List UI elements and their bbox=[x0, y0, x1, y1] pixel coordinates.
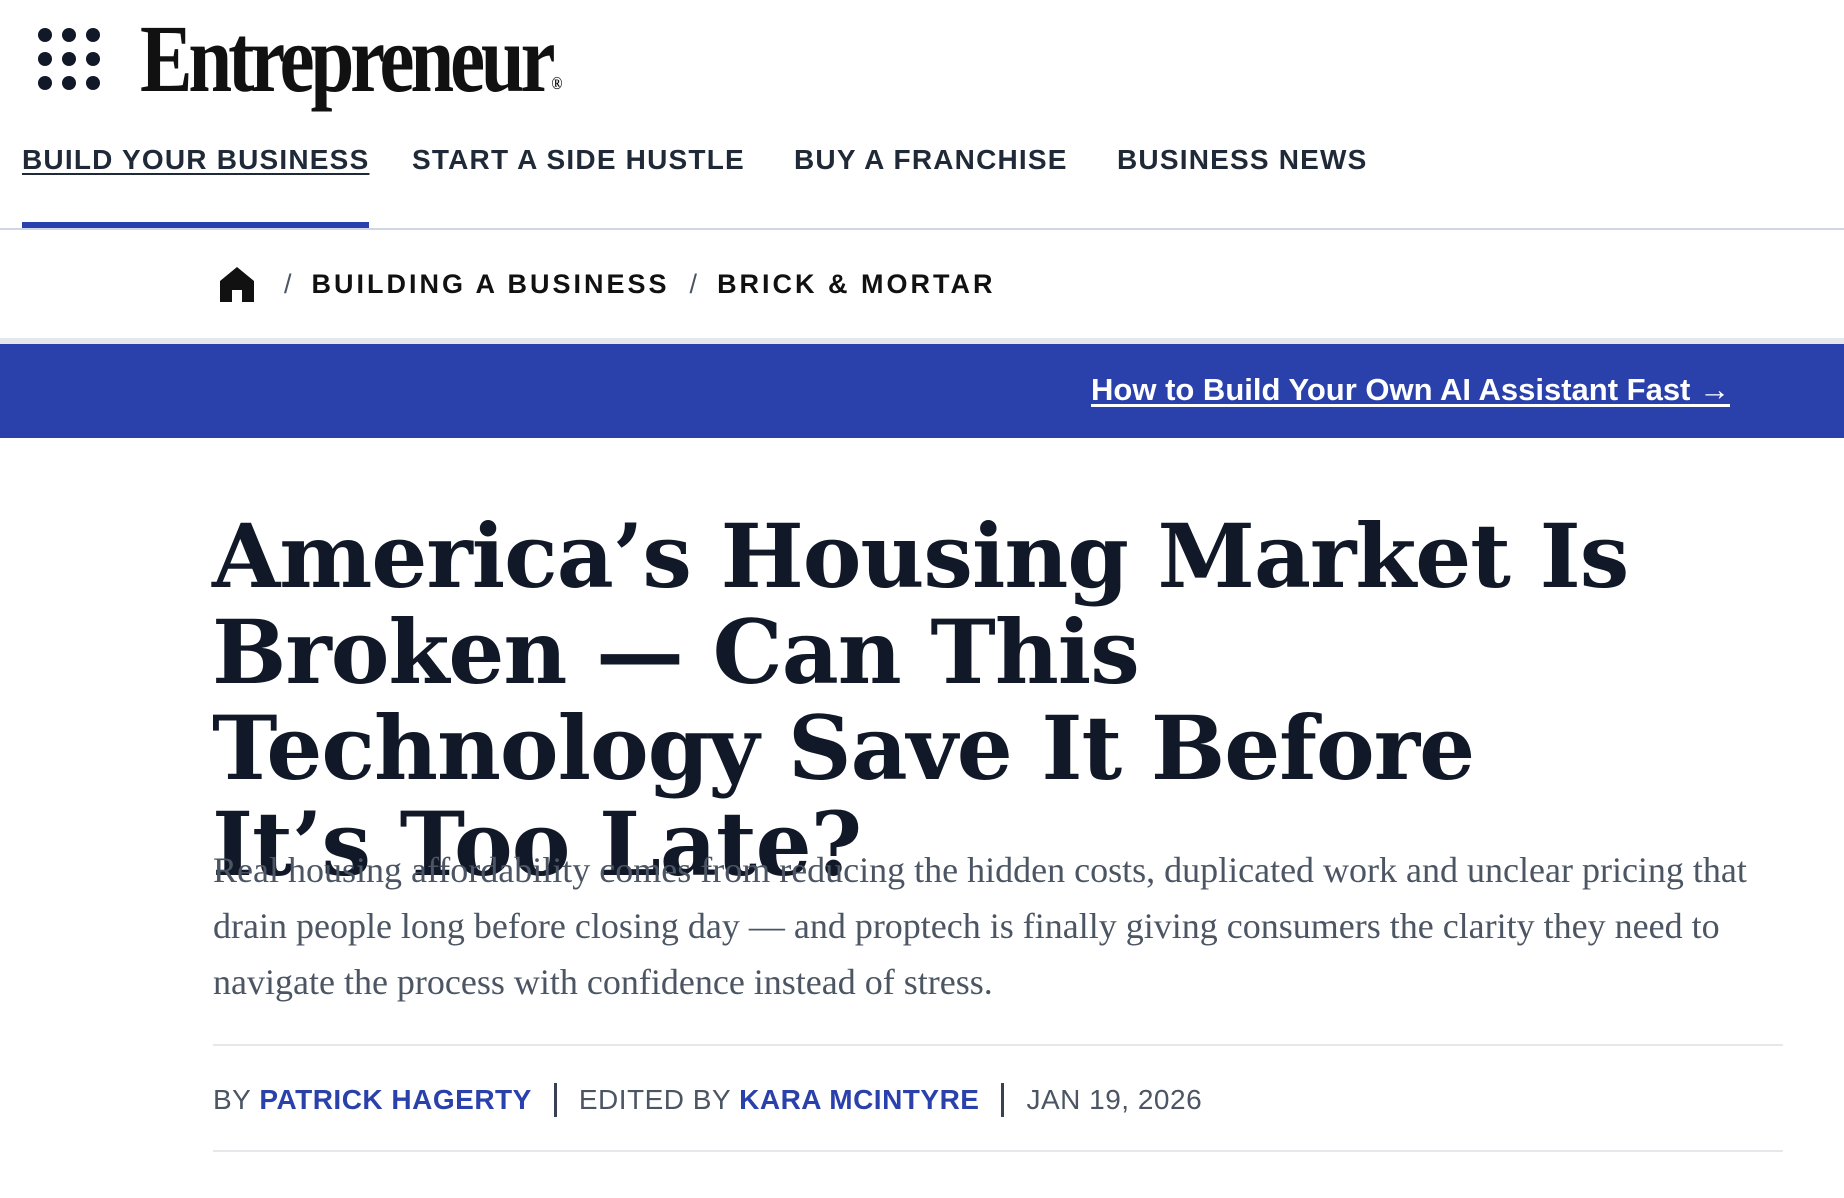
registered-mark: ® bbox=[551, 73, 563, 93]
nav-item-start-a-side-hustle[interactable]: START A SIDE HUSTLE bbox=[412, 140, 745, 226]
grid-menu-icon[interactable] bbox=[38, 28, 104, 94]
site-header: Entrepreneur® bbox=[0, 0, 1844, 120]
nav-item-build-your-business[interactable]: BUILD YOUR BUSINESS bbox=[22, 140, 370, 228]
promo-banner: How to Build Your Own AI Assistant Fast … bbox=[0, 344, 1844, 438]
article-deck: Real housing affordability comes from re… bbox=[213, 850, 1747, 1002]
byline-edited-label: EDITED BY bbox=[578, 1084, 732, 1115]
byline-divider-top bbox=[213, 1044, 1783, 1046]
byline-divider-bottom bbox=[213, 1150, 1783, 1152]
nav-item-business-news[interactable]: BUSINESS NEWS bbox=[1117, 140, 1368, 226]
main-nav: BUILD YOUR BUSINESS START A SIDE HUSTLE … bbox=[0, 140, 1844, 230]
byline-divider bbox=[553, 1083, 557, 1117]
article-headline: America’s Housing Market Is Broken — Can… bbox=[212, 504, 1629, 896]
home-icon[interactable] bbox=[218, 264, 256, 304]
byline-divider bbox=[1001, 1083, 1005, 1117]
breadcrumb-building-a-business[interactable]: BUILDING A BUSINESS bbox=[312, 269, 670, 300]
editor-link[interactable]: KARA MCINTYRE bbox=[739, 1084, 979, 1116]
breadcrumb-brick-and-mortar[interactable]: BRICK & MORTAR bbox=[717, 269, 995, 300]
breadcrumb-separator: / bbox=[689, 268, 698, 299]
nav-item-buy-a-franchise[interactable]: BUY A FRANCHISE bbox=[794, 140, 1068, 226]
brand-name: Entrepreneur bbox=[140, 5, 556, 112]
promo-link[interactable]: How to Build Your Own AI Assistant Fast … bbox=[1091, 372, 1730, 408]
author-link[interactable]: PATRICK HAGERTY bbox=[259, 1084, 531, 1116]
byline-by-label: BY bbox=[213, 1084, 252, 1115]
breadcrumb: / BUILDING A BUSINESS / BRICK & MORTAR bbox=[218, 262, 996, 306]
publish-date: JAN 19, 2026 bbox=[1026, 1084, 1203, 1115]
site-logo[interactable]: Entrepreneur® bbox=[140, 4, 562, 114]
breadcrumb-separator: / bbox=[284, 268, 292, 299]
article-byline: BY PATRICK HAGERTY EDITED BY KARA MCINTY… bbox=[213, 1080, 1202, 1120]
